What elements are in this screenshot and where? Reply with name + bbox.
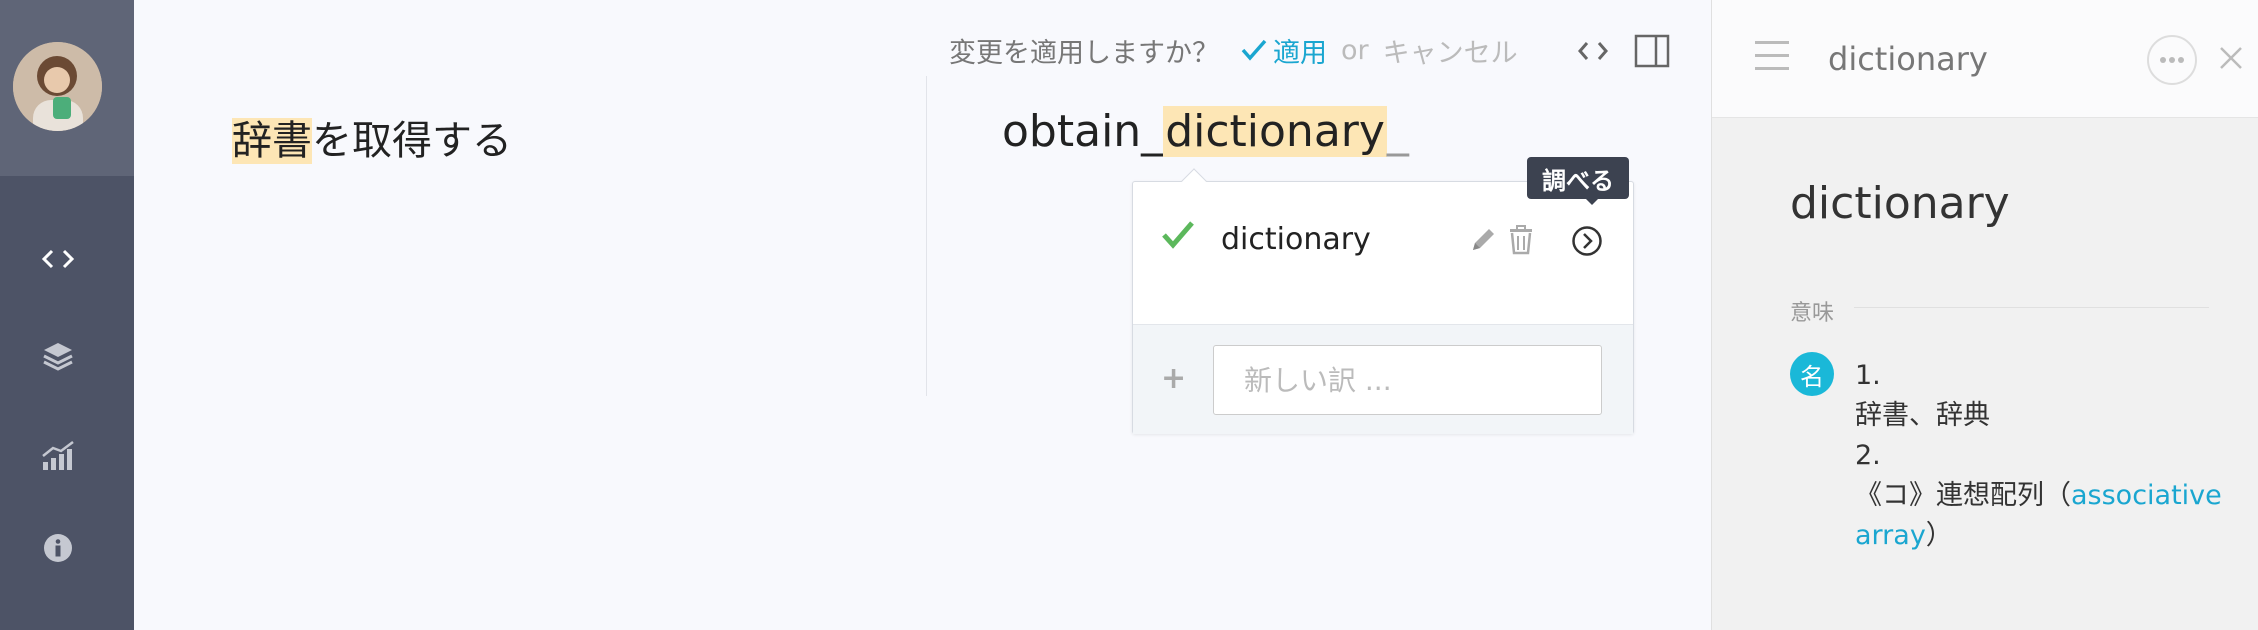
target-text[interactable]: obtain_dictionary_ [1002, 106, 1409, 157]
avatar[interactable] [13, 42, 102, 131]
new-translation-input[interactable] [1213, 345, 1602, 415]
code-brackets-icon [1578, 42, 1608, 60]
or-text: or [1341, 34, 1369, 66]
close-icon[interactable] [2217, 44, 2245, 72]
apply-confirm-bar: 変更を適用しますか？ 適用 or キャンセル [949, 30, 1518, 70]
source-term-highlight[interactable]: 辞書 [232, 118, 312, 164]
editor-main: 変更を適用しますか？ 適用 or キャンセル 辞書を取得する obtain_di… [134, 0, 1711, 630]
definitions: 1. 辞書、辞典 2. 《コ》連想配列（associative array） [1855, 356, 2225, 556]
lookup-tooltip: 調べる [1527, 157, 1629, 199]
code-icon[interactable] [35, 236, 81, 282]
hamburger-menu-icon[interactable] [1755, 38, 1789, 72]
panel-header: dictionary [1712, 0, 2258, 118]
target-suffix: _ [1386, 106, 1409, 157]
side-panel-toggle[interactable] [1634, 34, 1670, 68]
info-icon[interactable] [35, 525, 81, 571]
apply-label: 適用 [1273, 37, 1327, 69]
source-text-rest: を取得する [312, 118, 512, 164]
entry-heading: dictionary [1790, 178, 2010, 229]
column-divider [926, 76, 927, 396]
more-options-icon[interactable] [2147, 35, 2197, 85]
dictionary-panel: dictionary dictionary 意味 名 1. 辞書、辞典 2. 《… [1711, 0, 2258, 630]
avatar-area [0, 0, 134, 176]
definition-suffix: ） [1925, 520, 1953, 551]
layers-icon[interactable] [35, 333, 81, 379]
target-prefix: obtain_ [1002, 106, 1164, 157]
trash-icon[interactable] [1508, 225, 1534, 255]
new-translation-row: + [1133, 324, 1633, 434]
suggestion-row[interactable]: dictionary [1133, 182, 1633, 324]
tooltip-arrow [1583, 196, 1601, 205]
translation-popup: dictionary + [1132, 168, 1634, 434]
definition-text: 《コ》連想配列（associative array） [1855, 476, 2225, 556]
part-of-speech-badge: 名 [1790, 352, 1834, 396]
pencil-icon[interactable] [1469, 226, 1497, 254]
panel-icon [1634, 34, 1670, 68]
definition-prefix: 《コ》連想配列（ [1855, 480, 2071, 511]
panel-title: dictionary [1828, 40, 1988, 78]
sidebar [0, 0, 134, 630]
target-term-highlight[interactable]: dictionary [1163, 106, 1387, 157]
plus-icon: + [1161, 361, 1187, 396]
selected-check-icon [1162, 221, 1194, 249]
apply-question: 変更を適用しますか？ [949, 37, 1219, 69]
section-divider [1854, 307, 2209, 308]
apply-button[interactable]: 適用 [1241, 31, 1327, 70]
suggestion-word: dictionary [1221, 222, 1371, 257]
source-text: 辞書を取得する [232, 108, 512, 166]
definition-number: 2. [1855, 440, 1881, 471]
meaning-section-label: 意味 [1790, 301, 1835, 326]
cancel-button[interactable]: キャンセル [1383, 31, 1518, 70]
lookup-arrow-icon[interactable] [1571, 225, 1603, 257]
definition-text: 辞書、辞典 [1855, 400, 1990, 431]
check-icon [1241, 39, 1267, 61]
definition-number: 1. [1855, 360, 1881, 391]
stats-icon[interactable] [35, 432, 81, 478]
code-view-toggle[interactable] [1575, 33, 1611, 69]
